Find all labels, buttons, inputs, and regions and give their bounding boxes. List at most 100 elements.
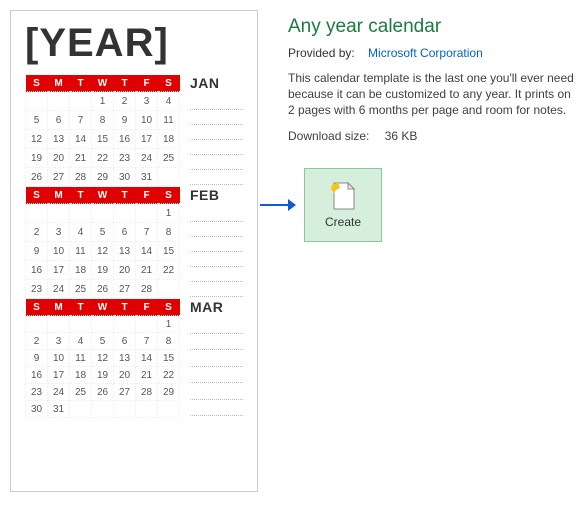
day-cell: 11 <box>158 111 180 130</box>
create-button-label: Create <box>325 215 361 229</box>
day-cell: 12 <box>92 242 114 261</box>
month-block: SMTWTFS123456789101112131415161718192021… <box>25 75 243 187</box>
month-calendar: SMTWTFS123456789101112131415161718192021… <box>25 187 180 299</box>
note-lines <box>190 207 243 299</box>
day-cell: 15 <box>92 130 114 149</box>
day-cell: 8 <box>158 223 180 242</box>
day-cell: 5 <box>26 111 48 130</box>
day-cell: 17 <box>48 261 70 280</box>
day-cell: 13 <box>48 130 70 149</box>
day-cell: 21 <box>136 367 158 384</box>
day-header: M <box>48 187 70 204</box>
provided-by-row: Provided by: Microsoft Corporation <box>288 46 574 60</box>
day-cell: 12 <box>92 350 114 367</box>
day-header: T <box>114 187 136 204</box>
day-cell: 29 <box>158 384 180 401</box>
day-header: T <box>70 299 92 316</box>
day-cell: 17 <box>48 367 70 384</box>
day-cell <box>136 401 158 418</box>
download-size-value: 36 KB <box>385 129 418 143</box>
download-size-label: Download size: <box>288 129 369 143</box>
day-cell: 23 <box>26 384 48 401</box>
day-cell: 1 <box>92 92 114 111</box>
day-cell <box>26 316 48 333</box>
day-cell: 25 <box>70 280 92 299</box>
day-cell: 10 <box>136 111 158 130</box>
day-cell: 18 <box>70 367 92 384</box>
day-cell <box>114 204 136 223</box>
day-cell <box>136 316 158 333</box>
year-placeholder-title: [YEAR] <box>25 23 243 63</box>
day-cell: 7 <box>136 223 158 242</box>
day-cell: 6 <box>114 333 136 350</box>
day-header: S <box>26 75 48 92</box>
day-cell: 18 <box>158 130 180 149</box>
day-cell: 9 <box>26 350 48 367</box>
template-description: This calendar template is the last one y… <box>288 70 574 119</box>
day-cell: 8 <box>158 333 180 350</box>
month-block: SMTWTFS123456789101112131415161718192021… <box>25 187 243 299</box>
day-cell: 14 <box>70 130 92 149</box>
create-button[interactable]: Create <box>304 168 382 242</box>
day-cell <box>70 316 92 333</box>
day-cell <box>136 204 158 223</box>
day-cell: 9 <box>26 242 48 261</box>
day-cell: 13 <box>114 350 136 367</box>
day-cell <box>70 401 92 418</box>
day-cell: 4 <box>158 92 180 111</box>
day-cell: 9 <box>114 111 136 130</box>
day-cell: 3 <box>136 92 158 111</box>
month-calendar: SMTWTFS123456789101112131415161718192021… <box>25 299 180 418</box>
day-cell <box>158 401 180 418</box>
day-header: F <box>136 299 158 316</box>
day-header: M <box>48 299 70 316</box>
day-header: W <box>92 299 114 316</box>
day-cell: 22 <box>92 149 114 168</box>
day-cell: 15 <box>158 350 180 367</box>
day-header: T <box>70 187 92 204</box>
day-cell: 27 <box>114 384 136 401</box>
note-lines <box>190 95 243 187</box>
day-cell: 26 <box>92 384 114 401</box>
day-cell: 16 <box>114 130 136 149</box>
provider-link[interactable]: Microsoft Corporation <box>368 46 483 60</box>
day-cell: 11 <box>70 242 92 261</box>
day-cell: 29 <box>92 168 114 187</box>
day-cell <box>70 204 92 223</box>
day-cell: 5 <box>92 333 114 350</box>
day-cell: 19 <box>92 367 114 384</box>
day-header: S <box>158 299 180 316</box>
day-cell: 2 <box>26 333 48 350</box>
day-cell: 7 <box>136 333 158 350</box>
day-cell: 14 <box>136 350 158 367</box>
day-cell: 23 <box>26 280 48 299</box>
annotation-arrow-icon <box>258 196 296 214</box>
day-cell: 23 <box>114 149 136 168</box>
day-cell: 27 <box>114 280 136 299</box>
day-cell: 3 <box>48 223 70 242</box>
download-size-row: Download size: 36 KB <box>288 129 574 143</box>
day-cell: 21 <box>136 261 158 280</box>
day-cell: 28 <box>70 168 92 187</box>
day-cell: 13 <box>114 242 136 261</box>
day-cell: 7 <box>70 111 92 130</box>
day-cell <box>26 92 48 111</box>
day-cell: 15 <box>158 242 180 261</box>
day-cell: 25 <box>158 149 180 168</box>
day-cell: 30 <box>114 168 136 187</box>
day-header: S <box>26 299 48 316</box>
day-cell: 18 <box>70 261 92 280</box>
month-name: FEB <box>190 187 243 203</box>
day-cell: 1 <box>158 204 180 223</box>
day-cell: 8 <box>92 111 114 130</box>
day-cell: 6 <box>48 111 70 130</box>
day-cell: 19 <box>26 149 48 168</box>
day-cell: 16 <box>26 261 48 280</box>
day-cell: 20 <box>114 261 136 280</box>
template-preview-card: [YEAR] SMTWTFS12345678910111213141516171… <box>10 10 258 492</box>
day-cell: 1 <box>158 316 180 333</box>
day-cell: 6 <box>114 223 136 242</box>
month-name: JAN <box>190 75 243 91</box>
day-cell: 27 <box>48 168 70 187</box>
day-header: T <box>114 299 136 316</box>
